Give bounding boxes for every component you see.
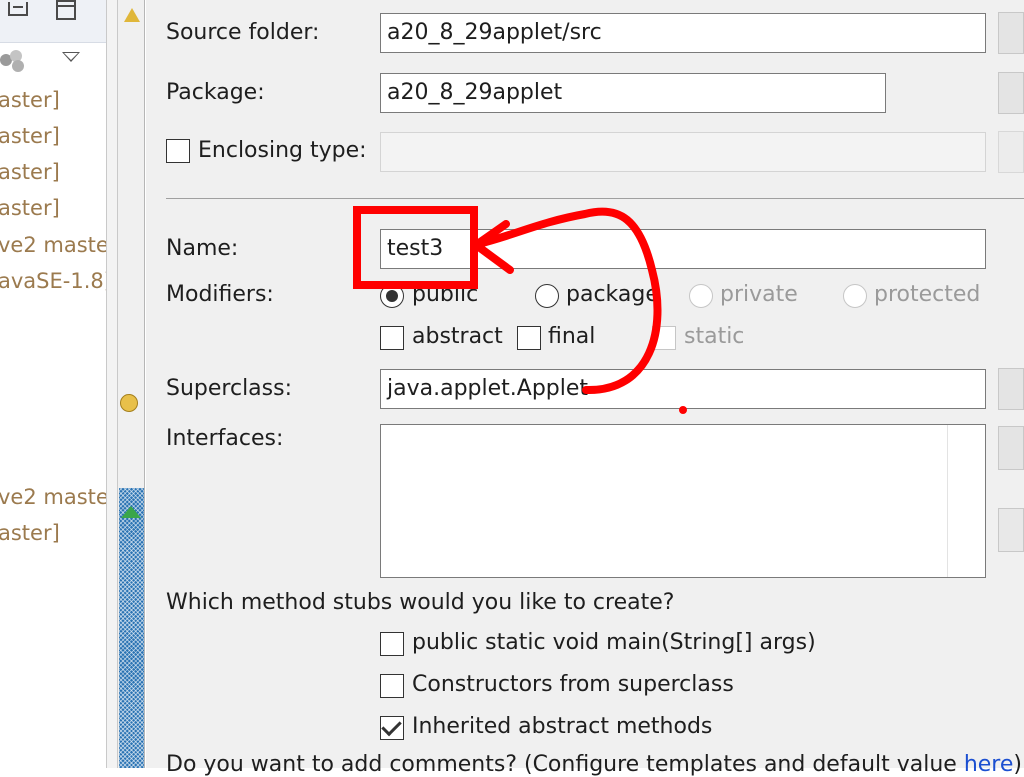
annotation-highlight-box: [353, 206, 478, 289]
red-annotation: [353, 206, 687, 414]
annotation-dot: [679, 406, 687, 414]
annotation-arrow-head: [472, 220, 514, 274]
annotation-curved-arrow: [474, 207, 662, 395]
